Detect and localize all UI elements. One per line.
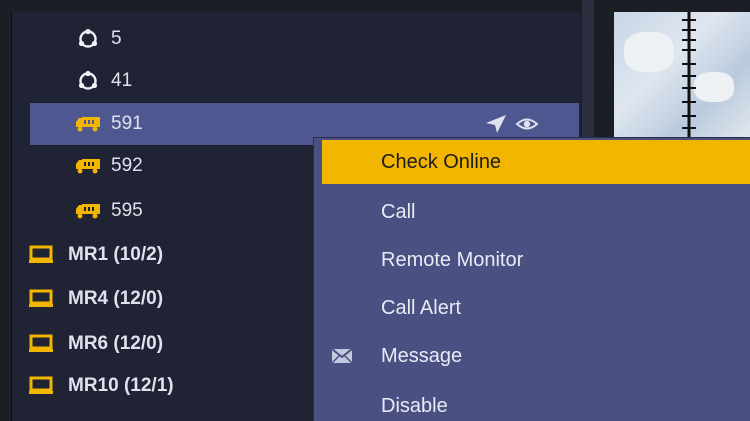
- menu-item-check-online[interactable]: Check Online: [322, 140, 750, 184]
- tree-item-label: 41: [111, 70, 133, 91]
- map-view[interactable]: [614, 12, 750, 140]
- talkgroup-icon: [75, 70, 101, 92]
- envelope-icon: [331, 347, 353, 365]
- menu-item-call-alert[interactable]: Call Alert: [322, 286, 750, 330]
- tree-item-label: 592: [111, 155, 143, 176]
- track-line-icon: [682, 12, 696, 140]
- menu-item-label: Call: [381, 200, 416, 223]
- tree-group-label: MR4 (12/0): [68, 288, 164, 309]
- map-land: [624, 32, 674, 72]
- tree-group-label: MR6 (12/0): [68, 333, 164, 354]
- talkgroup-icon: [75, 28, 101, 50]
- laptop-icon: [28, 375, 54, 397]
- tree-item[interactable]: 41: [75, 60, 644, 102]
- truck-icon: [75, 200, 101, 222]
- laptop-icon: [28, 288, 54, 310]
- menu-item-label: Message: [381, 344, 463, 367]
- eye-icon[interactable]: [515, 115, 539, 139]
- menu-item-message[interactable]: Message: [322, 334, 750, 378]
- menu-item-label: Disable: [381, 394, 448, 417]
- map-land: [694, 72, 734, 102]
- menu-item-disable[interactable]: Disable: [322, 384, 750, 421]
- tree-item-label: 5: [111, 28, 122, 49]
- tree-item[interactable]: 5: [75, 18, 644, 60]
- truck-icon: [75, 155, 101, 177]
- menu-item-label: Remote Monitor: [381, 248, 524, 271]
- menu-item-remote-monitor[interactable]: Remote Monitor: [322, 238, 750, 282]
- context-menu: Check Online Call Remote Monitor Call Al…: [313, 137, 750, 421]
- truck-icon: [75, 113, 101, 135]
- tree-group-label: MR1 (10/2): [68, 244, 164, 265]
- menu-item-label: Check Online: [381, 150, 502, 173]
- laptop-icon: [28, 333, 54, 355]
- tree-group-label: MR10 (12/1): [68, 375, 174, 396]
- tree-item-label: 595: [111, 200, 143, 221]
- laptop-icon: [28, 244, 54, 266]
- menu-item-call[interactable]: Call: [322, 190, 750, 234]
- menu-item-label: Call Alert: [381, 296, 462, 319]
- tree-item-label: 591: [111, 113, 143, 134]
